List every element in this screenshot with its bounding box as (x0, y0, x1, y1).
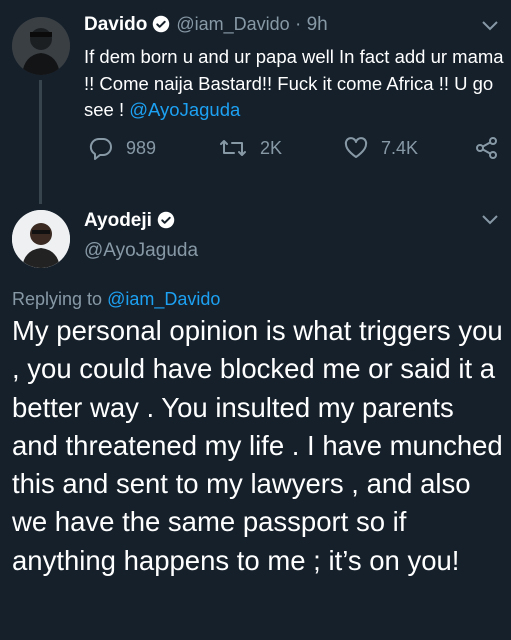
share-icon (476, 137, 497, 159)
tweet1-separator: · (294, 14, 302, 35)
tweet1-action-bar: 989 2K 7.4K (84, 136, 504, 164)
tweet1-text: If dem born u and ur papa well In fact a… (84, 44, 504, 124)
tweet2-author-name[interactable]: Ayodeji (84, 210, 152, 231)
retweet-count: 2K (260, 137, 283, 158)
reply-bubble-icon (89, 137, 112, 160)
tweet2-name-row: Ayodeji (84, 210, 175, 232)
thread-connector-line (39, 80, 42, 204)
ayodeji-avatar[interactable] (12, 210, 70, 268)
retweet-button[interactable]: 2K (218, 136, 282, 160)
retweet-arrows-icon (220, 140, 246, 156)
heart-icon (344, 137, 368, 158)
davido-avatar[interactable] (12, 17, 70, 75)
reply-count: 989 (126, 137, 157, 158)
chevron-down-icon[interactable] (481, 214, 499, 226)
verified-badge-icon (153, 15, 170, 33)
replying-to-line: Replying to @iam_Davido (12, 289, 220, 310)
like-count: 7.4K (381, 137, 419, 158)
share-button[interactable] (474, 136, 511, 160)
tweet1-mention-link[interactable]: @AyoJaguda (129, 99, 240, 120)
chevron-down-icon[interactable] (481, 20, 499, 32)
verified-badge-icon (157, 211, 175, 229)
tweet2-author-handle[interactable]: @AyoJaguda (84, 240, 198, 262)
tweet1-header: Davido @iam_Davido · 9h (84, 14, 328, 36)
tweet2-text: My personal opinion is what triggers you… (12, 315, 503, 576)
tweet1-timestamp[interactable]: 9h (307, 14, 328, 35)
reply-button[interactable]: 989 (88, 136, 156, 160)
tweet1-author-name[interactable]: Davido (84, 14, 147, 35)
tweet1-author-handle[interactable]: @iam_Davido (176, 14, 289, 34)
replying-to-label: Replying to (12, 289, 103, 309)
like-button[interactable]: 7.4K (343, 136, 418, 160)
replying-to-link[interactable]: @iam_Davido (107, 289, 220, 309)
